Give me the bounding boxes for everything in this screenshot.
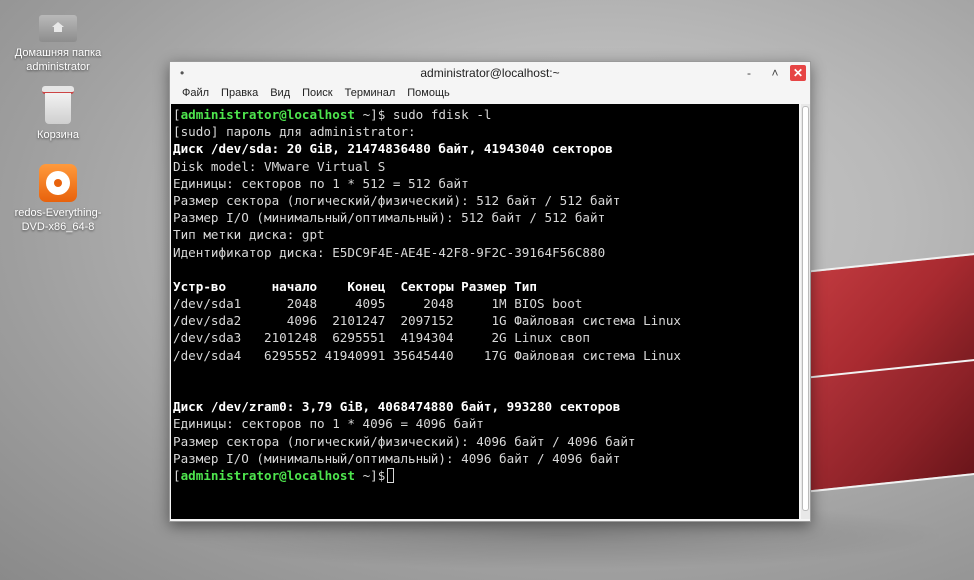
menu-help[interactable]: Помощь bbox=[401, 84, 456, 104]
close-button[interactable]: ✕ bbox=[790, 65, 806, 81]
terminal-scrollbar[interactable] bbox=[801, 104, 810, 519]
output-line: /dev/sda1 2048 4095 2048 1M BIOS boot bbox=[173, 296, 583, 312]
output-line: Единицы: секторов по 1 * 512 = 512 байт bbox=[173, 175, 469, 191]
maximize-button[interactable]: ˄ bbox=[767, 65, 783, 81]
output-line: Размер I/O (минимальный/оптимальный): 51… bbox=[173, 210, 606, 226]
menu-view[interactable]: Вид bbox=[264, 84, 296, 104]
output-line: /dev/sda2 4096 2101247 2097152 1G Файлов… bbox=[173, 313, 681, 329]
active-prompt[interactable]: [administrator@localhost ~]$ bbox=[173, 467, 799, 484]
output-lines: [sudo] пароль для administrator: Диск /de… bbox=[173, 123, 799, 467]
output-line: Идентификатор диска: E5DC9F4E-AE4E-42F8-… bbox=[173, 244, 606, 260]
output-line: Тип метки диска: gpt bbox=[173, 227, 325, 243]
text-cursor bbox=[387, 467, 395, 483]
output-line: Единицы: секторов по 1 * 4096 = 4096 бай… bbox=[173, 416, 484, 432]
desktop-icon-label: DVD-x86_64-8 bbox=[21, 221, 95, 233]
desktop-icon-label: administrator bbox=[26, 61, 90, 73]
command-line: [administrator@localhost ~]$ sudo fdisk … bbox=[173, 107, 492, 122]
prompt-user: administrator@localhost bbox=[180, 107, 355, 122]
output-line: Размер сектора (логический/физический): … bbox=[173, 433, 636, 449]
minimize-button[interactable]: - bbox=[741, 65, 757, 81]
menu-edit[interactable]: Правка bbox=[215, 84, 264, 104]
menu-search[interactable]: Поиск bbox=[296, 84, 338, 104]
window-title: administrator@localhost:~ bbox=[420, 66, 560, 80]
desktop-icon-label: Корзина bbox=[37, 129, 79, 141]
desktop-icon-home[interactable]: Домашняя папка administrator bbox=[8, 10, 108, 74]
output-line: /dev/sda3 2101248 6295551 4194304 2G Lin… bbox=[173, 330, 591, 346]
desktop-icon-dvd[interactable]: redos-Everything- DVD-x86_64-8 bbox=[8, 164, 108, 234]
prompt-dir: ~]$ bbox=[354, 467, 386, 483]
scrollbar-thumb[interactable] bbox=[802, 106, 809, 511]
menu-bar: Файл Правка Вид Поиск Терминал Помощь bbox=[170, 84, 810, 104]
terminal-window[interactable]: • administrator@localhost:~ - ˄ ✕ Файл П… bbox=[169, 61, 811, 522]
desktop-icon-label: Домашняя папка bbox=[14, 47, 102, 59]
output-line: [sudo] пароль для administrator: bbox=[173, 124, 416, 140]
trash-icon bbox=[42, 86, 74, 124]
desktop-icon-label: redos-Everything- bbox=[14, 207, 102, 219]
menu-terminal[interactable]: Терминал bbox=[339, 84, 402, 104]
output-line: /dev/sda4 6295552 41940991 35645440 17G … bbox=[173, 347, 681, 363]
title-bar[interactable]: • administrator@localhost:~ - ˄ ✕ bbox=[170, 62, 810, 84]
command-text: sudo fdisk -l bbox=[385, 107, 492, 122]
terminal-output[interactable]: [administrator@localhost ~]$ sudo fdisk … bbox=[171, 104, 799, 519]
output-line: Устр-во начало Конец Секторы Размер Тип bbox=[173, 278, 537, 294]
wallpaper-cube-bottom bbox=[800, 358, 974, 494]
output-line: Размер I/O (минимальный/оптимальный): 40… bbox=[173, 450, 621, 466]
desktop-icon-trash[interactable]: Корзина bbox=[8, 86, 108, 142]
disc-image-icon bbox=[39, 164, 77, 202]
output-line: Disk model: VMware Virtual S bbox=[173, 158, 386, 174]
prompt-user: administrator@localhost bbox=[180, 467, 355, 483]
output-line: Размер сектора (логический/физический): … bbox=[173, 192, 621, 208]
output-line: Диск /dev/sda: 20 GiB, 21474836480 байт,… bbox=[173, 141, 613, 157]
menu-file[interactable]: Файл bbox=[176, 84, 215, 104]
home-folder-icon bbox=[39, 10, 77, 42]
prompt-dir: ~]$ bbox=[354, 107, 386, 122]
output-line: Диск /dev/zram0: 3,79 GiB, 4068474880 ба… bbox=[173, 399, 621, 415]
